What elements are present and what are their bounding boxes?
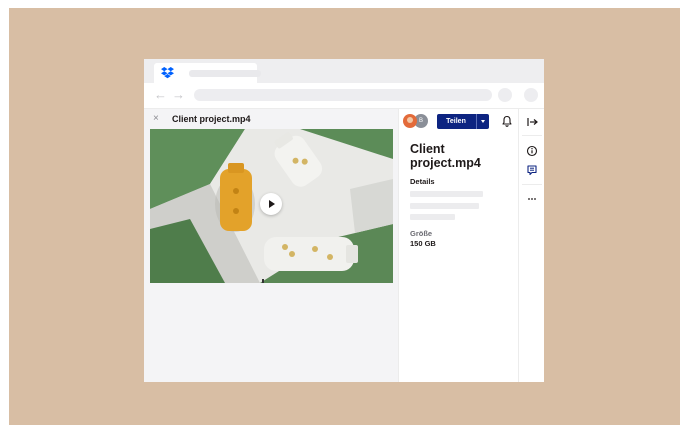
profile-button[interactable]: [524, 88, 538, 102]
size-value: 150 GB: [410, 239, 436, 248]
more-icon[interactable]: [525, 192, 539, 206]
play-button[interactable]: [260, 193, 282, 215]
panel-file-title: Client project.mp4: [410, 142, 481, 170]
details-placeholder-line: [410, 203, 479, 209]
size-label: Größe: [410, 229, 433, 238]
back-arrow-icon[interactable]: ←: [154, 87, 167, 103]
close-icon[interactable]: ×: [153, 113, 159, 125]
address-bar-row: ← →: [144, 83, 544, 109]
video-thumbnail[interactable]: [150, 129, 393, 283]
comment-icon[interactable]: [525, 163, 539, 177]
bell-icon[interactable]: [500, 114, 514, 128]
preview-file-title: Client project.mp4: [172, 114, 251, 124]
details-heading: Details: [410, 177, 435, 186]
tab-strip: [144, 59, 544, 83]
info-icon[interactable]: [525, 144, 539, 158]
browser-tab[interactable]: [154, 63, 261, 83]
share-dropdown-caret-icon[interactable]: [476, 114, 490, 129]
share-button[interactable]: Teilen: [437, 114, 489, 129]
forward-arrow-icon[interactable]: →: [172, 87, 185, 103]
rail-divider: [522, 184, 542, 185]
browser-window: ← → × Client project.mp4 B Teilen Client…: [144, 59, 544, 382]
rail-divider: [522, 135, 542, 136]
right-rail: [518, 109, 544, 382]
url-bar[interactable]: [194, 89, 492, 101]
dropbox-logo-icon: [161, 67, 174, 79]
avatar[interactable]: [403, 114, 417, 128]
details-placeholder-line: [410, 214, 455, 220]
tab-title-placeholder: [189, 70, 261, 77]
file-info-panel: B Teilen Client project.mp4 Details Größ…: [398, 109, 519, 382]
avatar-face: [407, 117, 413, 123]
file-preview-pane: × Client project.mp4: [144, 109, 398, 382]
details-placeholder-line: [410, 191, 483, 197]
share-button-label: Teilen: [446, 118, 466, 125]
collapse-panel-icon[interactable]: [525, 115, 539, 129]
play-icon: [269, 200, 275, 208]
toolbar-button[interactable]: [498, 88, 512, 102]
